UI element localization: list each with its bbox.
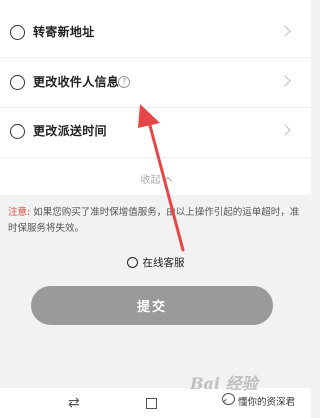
wechat-icon <box>222 393 235 405</box>
baidu-watermark: Bai 经验 <box>190 374 258 393</box>
arrow-head <box>138 104 160 128</box>
account-watermark: 懂你的资深君 <box>238 394 296 408</box>
arrow-shaft <box>146 116 185 252</box>
annotation-arrow <box>138 104 185 252</box>
